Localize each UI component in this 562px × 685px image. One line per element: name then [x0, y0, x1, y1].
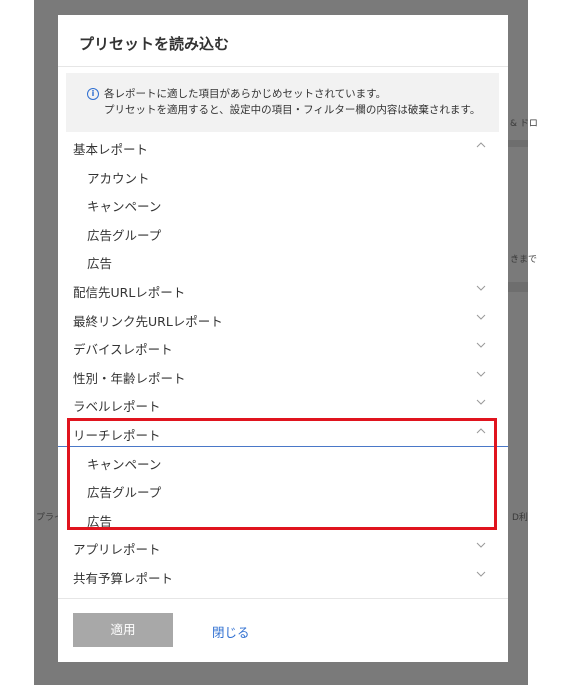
close-button[interactable]: 閉じる [212, 622, 250, 641]
chevron-up-icon[interactable] [476, 426, 486, 436]
info-notice: i 各レポートに適した項目があらかじめセットされています。 プリセットを適用する… [66, 73, 499, 132]
chevron-down-icon[interactable] [476, 540, 486, 550]
notice-line-2: プリセットを適用すると、設定中の項目・フィルター欄の内容は破棄されます。 [104, 104, 481, 116]
notice-line-1: 各レポートに適した項目があらかじめセットされています。 [104, 88, 387, 100]
chevron-down-icon[interactable] [476, 283, 486, 293]
report-group-row[interactable]: ラベルレポート [58, 389, 508, 417]
report-preset-item[interactable]: 広告グループ [58, 475, 508, 503]
background-text: & ドロ [510, 119, 538, 129]
report-preset-label: 広告グループ [87, 227, 162, 243]
report-preset-item[interactable]: キャンペーン [58, 189, 508, 217]
report-group-label: 最終リンク先URLレポート [73, 313, 223, 329]
chevron-down-icon[interactable] [476, 569, 486, 579]
report-group-label: ラベルレポート [73, 399, 161, 415]
preset-load-dialog: プリセットを読み込む i 各レポートに適した項目があらかじめセットされています。… [58, 15, 508, 662]
report-preset-item[interactable]: アカウント [58, 161, 508, 189]
report-preset-label: キャンペーン [87, 456, 162, 472]
dialog-title: プリセットを読み込む [79, 35, 230, 53]
report-group-row[interactable]: アプリレポート [58, 532, 508, 560]
chevron-down-icon[interactable] [476, 340, 486, 350]
chevron-down-icon[interactable] [476, 397, 486, 407]
report-group-label: アプリレポート [73, 542, 161, 558]
report-group-row[interactable]: 最終リンク先URLレポート [58, 304, 508, 332]
report-preset-item[interactable]: キャンペーン [58, 447, 508, 475]
report-group-label: 共有予算レポート [73, 571, 174, 586]
report-preset-label: 広告 [87, 513, 113, 529]
report-preset-item[interactable]: 広告グループ [58, 218, 508, 246]
background-bar [508, 140, 528, 147]
dialog-header: プリセットを読み込む [58, 15, 508, 67]
report-preset-label: 広告 [87, 256, 113, 272]
report-preset-label: アカウント [87, 170, 150, 186]
report-group-row[interactable]: デバイスレポート [58, 332, 508, 360]
report-preset-label: キャンペーン [87, 199, 162, 215]
chevron-down-icon[interactable] [476, 312, 486, 322]
background-text: きまで [510, 255, 538, 265]
report-group-label: 基本レポート [73, 142, 149, 157]
report-group-label: デバイスレポート [73, 342, 173, 358]
chevron-down-icon[interactable] [476, 369, 486, 379]
report-group-label: リーチレポート [73, 428, 161, 443]
report-group-row[interactable]: 共有予算レポート [58, 561, 508, 589]
background-bar [508, 282, 528, 292]
report-group-label: 性別・年齢レポート [73, 370, 186, 386]
report-preset-item[interactable]: 広告 [58, 504, 508, 532]
report-preset-item[interactable]: 広告 [58, 246, 508, 274]
apply-button[interactable]: 適用 [73, 613, 173, 647]
info-icon: i [87, 88, 99, 100]
footer-divider [58, 598, 508, 599]
report-group-row[interactable]: リーチレポート [58, 418, 508, 447]
chevron-up-icon[interactable] [476, 140, 486, 150]
report-group-label: 配信先URLレポート [73, 285, 186, 300]
report-preset-label: 広告グループ [87, 485, 162, 501]
background-text: D利 [512, 513, 528, 523]
report-group-row[interactable]: 配信先URLレポート [58, 275, 508, 303]
report-group-row[interactable]: 性別・年齢レポート [58, 361, 508, 389]
report-group-row[interactable]: 基本レポート [58, 132, 508, 160]
